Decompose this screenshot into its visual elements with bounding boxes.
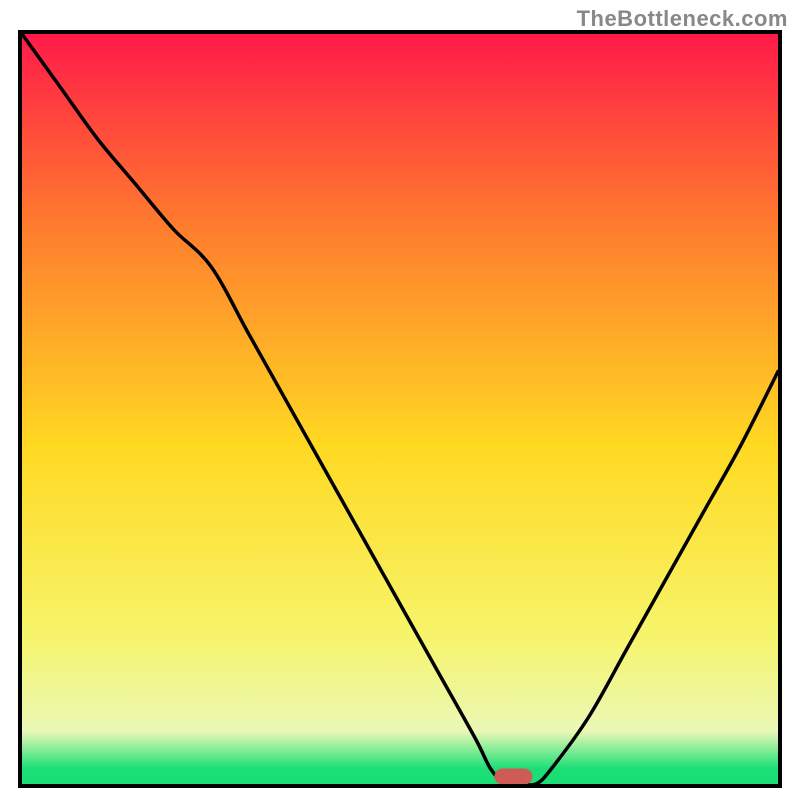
chart-svg (18, 30, 782, 788)
watermark-text: TheBottleneck.com (577, 6, 788, 32)
chart-plot-area (18, 30, 782, 788)
chart-marker (494, 769, 532, 785)
chart-background-gradient (22, 34, 778, 784)
